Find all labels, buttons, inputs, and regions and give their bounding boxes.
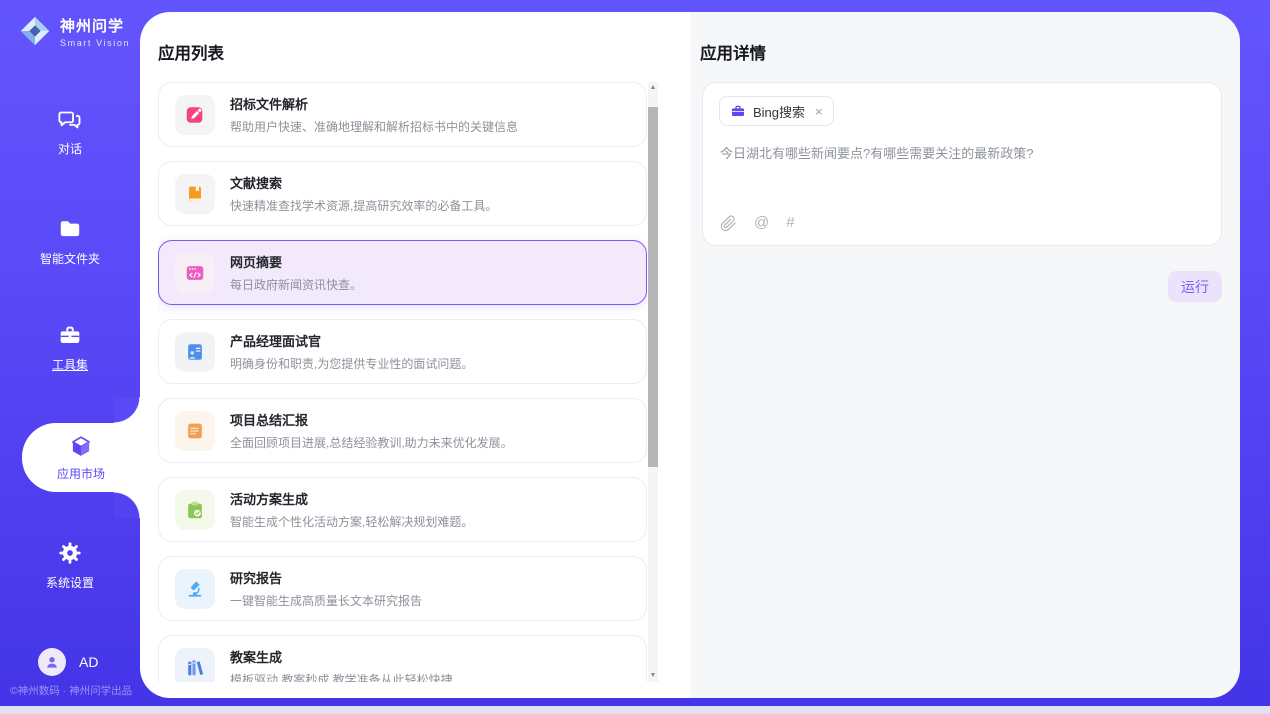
app-name: 招标文件解析 xyxy=(230,94,518,113)
brand-name: 神州问学 xyxy=(60,15,130,36)
sidebar-item-smart-folder[interactable]: 智能文件夹 xyxy=(0,216,140,267)
query-editor-card: Bing搜索 × 今日湖北有哪些新闻要点?有哪些需要关注的最新政策? @ # xyxy=(702,82,1222,246)
cube-icon xyxy=(68,434,94,460)
app-list-title: 应用列表 xyxy=(158,40,224,64)
app-description: 帮助用户快速、准确地理解和解析招标书中的关键信息 xyxy=(230,118,518,135)
app-description: 每日政府新闻资讯快查。 xyxy=(230,276,362,293)
app-list-pane: 应用列表 招标文件解析 帮助用户快速、准确地理解和解析招标书中的关键信息 xyxy=(140,12,690,698)
note-icon xyxy=(175,411,215,451)
at-icon[interactable]: @ xyxy=(754,214,769,232)
active-item-curve-bottom xyxy=(114,492,140,518)
bottom-strip xyxy=(0,706,1270,714)
book-icon xyxy=(175,174,215,214)
app-card-pm-interviewer[interactable]: 产品经理面试官 明确身份和职责,为您提供专业性的面试问题。 xyxy=(158,319,647,384)
gear-icon xyxy=(57,540,83,566)
sidebar-item-chat[interactable]: 对话 xyxy=(0,106,140,157)
app-logo: 神州问学 Smart Vision xyxy=(18,14,130,48)
scrollbar-thumb[interactable] xyxy=(648,107,658,467)
app-name: 教案生成 xyxy=(230,647,453,666)
person-icon xyxy=(43,653,61,671)
app-card-literature-search[interactable]: 文献搜索 快速精准查找学术资源,提高研究效率的必备工具。 xyxy=(158,161,647,226)
app-description: 全面回顾项目进展,总结经验教训,助力未来优化发展。 xyxy=(230,434,513,451)
user-account[interactable]: AD xyxy=(38,648,98,676)
briefcase-icon xyxy=(730,103,746,119)
query-input[interactable]: 今日湖北有哪些新闻要点?有哪些需要关注的最新政策? xyxy=(720,145,1200,162)
microscope-icon xyxy=(175,569,215,609)
app-description: 明确身份和职责,为您提供专业性的面试问题。 xyxy=(230,355,473,372)
sidebar-item-app-market[interactable]: 应用市场 xyxy=(22,423,140,492)
app-description: 一键智能生成高质量长文本研究报告 xyxy=(230,592,422,609)
resume-icon xyxy=(175,332,215,372)
sidebar-item-settings[interactable]: 系统设置 xyxy=(0,540,140,591)
sidebar-item-label: 应用市场 xyxy=(57,465,105,482)
brand-tagline: Smart Vision xyxy=(60,38,130,48)
sidebar: 神州问学 Smart Vision 对话 智能文件夹 工具集 xyxy=(0,0,140,706)
app-name: 产品经理面试官 xyxy=(230,331,473,350)
app-card-lesson-plan-generation[interactable]: 教案生成 模板驱动,教案秒成,教学准备从此轻松快捷 xyxy=(158,635,647,682)
paperclip-icon[interactable] xyxy=(720,215,737,232)
tool-tag-bing-search[interactable]: Bing搜索 × xyxy=(719,96,834,126)
main-content: 应用列表 招标文件解析 帮助用户快速、准确地理解和解析招标书中的关键信息 xyxy=(140,12,1240,698)
run-button[interactable]: 运行 xyxy=(1168,271,1222,302)
sidebar-item-label: 智能文件夹 xyxy=(40,250,100,267)
app-description: 模板驱动,教案秒成,教学准备从此轻松快捷 xyxy=(230,671,453,682)
chat-icon xyxy=(57,106,83,132)
app-name: 项目总结汇报 xyxy=(230,410,513,429)
app-detail-pane: 应用详情 Bing搜索 × 今日湖北有哪些新闻要点?有哪些需要关注的最新政策? … xyxy=(690,12,1240,698)
sidebar-item-label: 工具集 xyxy=(52,356,88,373)
app-card-project-summary-report[interactable]: 项目总结汇报 全面回顾项目进展,总结经验教训,助力未来优化发展。 xyxy=(158,398,647,463)
app-name: 活动方案生成 xyxy=(230,489,473,508)
sidebar-item-toolset[interactable]: 工具集 xyxy=(0,322,140,373)
app-card-web-summary[interactable]: 网页摘要 每日政府新闻资讯快查。 xyxy=(158,240,647,305)
hash-icon[interactable]: # xyxy=(786,214,794,232)
sidebar-item-label: 系统设置 xyxy=(46,574,94,591)
editor-toolbar: @ # xyxy=(720,214,795,232)
browser-code-icon xyxy=(175,253,215,293)
avatar xyxy=(38,648,66,676)
app-detail-title: 应用详情 xyxy=(700,40,766,64)
app-card-bid-document-parsing[interactable]: 招标文件解析 帮助用户快速、准确地理解和解析招标书中的关键信息 xyxy=(158,82,647,147)
active-item-curve-top xyxy=(114,397,140,423)
folder-icon xyxy=(57,216,83,242)
books-icon xyxy=(175,648,215,683)
app-name: 网页摘要 xyxy=(230,252,362,271)
pen-square-icon xyxy=(175,95,215,135)
app-description: 智能生成个性化活动方案,轻松解决规划难题。 xyxy=(230,513,473,530)
scrollbar-down-arrow-icon[interactable]: ▼ xyxy=(648,670,658,682)
app-list: 招标文件解析 帮助用户快速、准确地理解和解析招标书中的关键信息 文献搜索 快速精… xyxy=(158,82,647,682)
toolbox-icon xyxy=(57,322,83,348)
sidebar-item-label: 对话 xyxy=(58,140,82,157)
app-name: 文献搜索 xyxy=(230,173,497,192)
app-description: 快速精准查找学术资源,提高研究效率的必备工具。 xyxy=(230,197,497,214)
app-list-scrollbar[interactable]: ▲ ▼ xyxy=(648,82,658,682)
close-icon[interactable]: × xyxy=(815,104,823,119)
app-name: 研究报告 xyxy=(230,568,422,587)
clipboard-check-icon xyxy=(175,490,215,530)
copyright-footer: ©神州数码 · 神州问学出品 xyxy=(10,683,132,698)
scrollbar-up-arrow-icon[interactable]: ▲ xyxy=(648,82,658,94)
tool-tag-label: Bing搜索 xyxy=(753,102,805,121)
app-card-research-report[interactable]: 研究报告 一键智能生成高质量长文本研究报告 xyxy=(158,556,647,621)
user-label: AD xyxy=(79,654,98,670)
app-card-event-plan-generation[interactable]: 活动方案生成 智能生成个性化活动方案,轻松解决规划难题。 xyxy=(158,477,647,542)
diamond-logo-icon xyxy=(18,14,52,48)
